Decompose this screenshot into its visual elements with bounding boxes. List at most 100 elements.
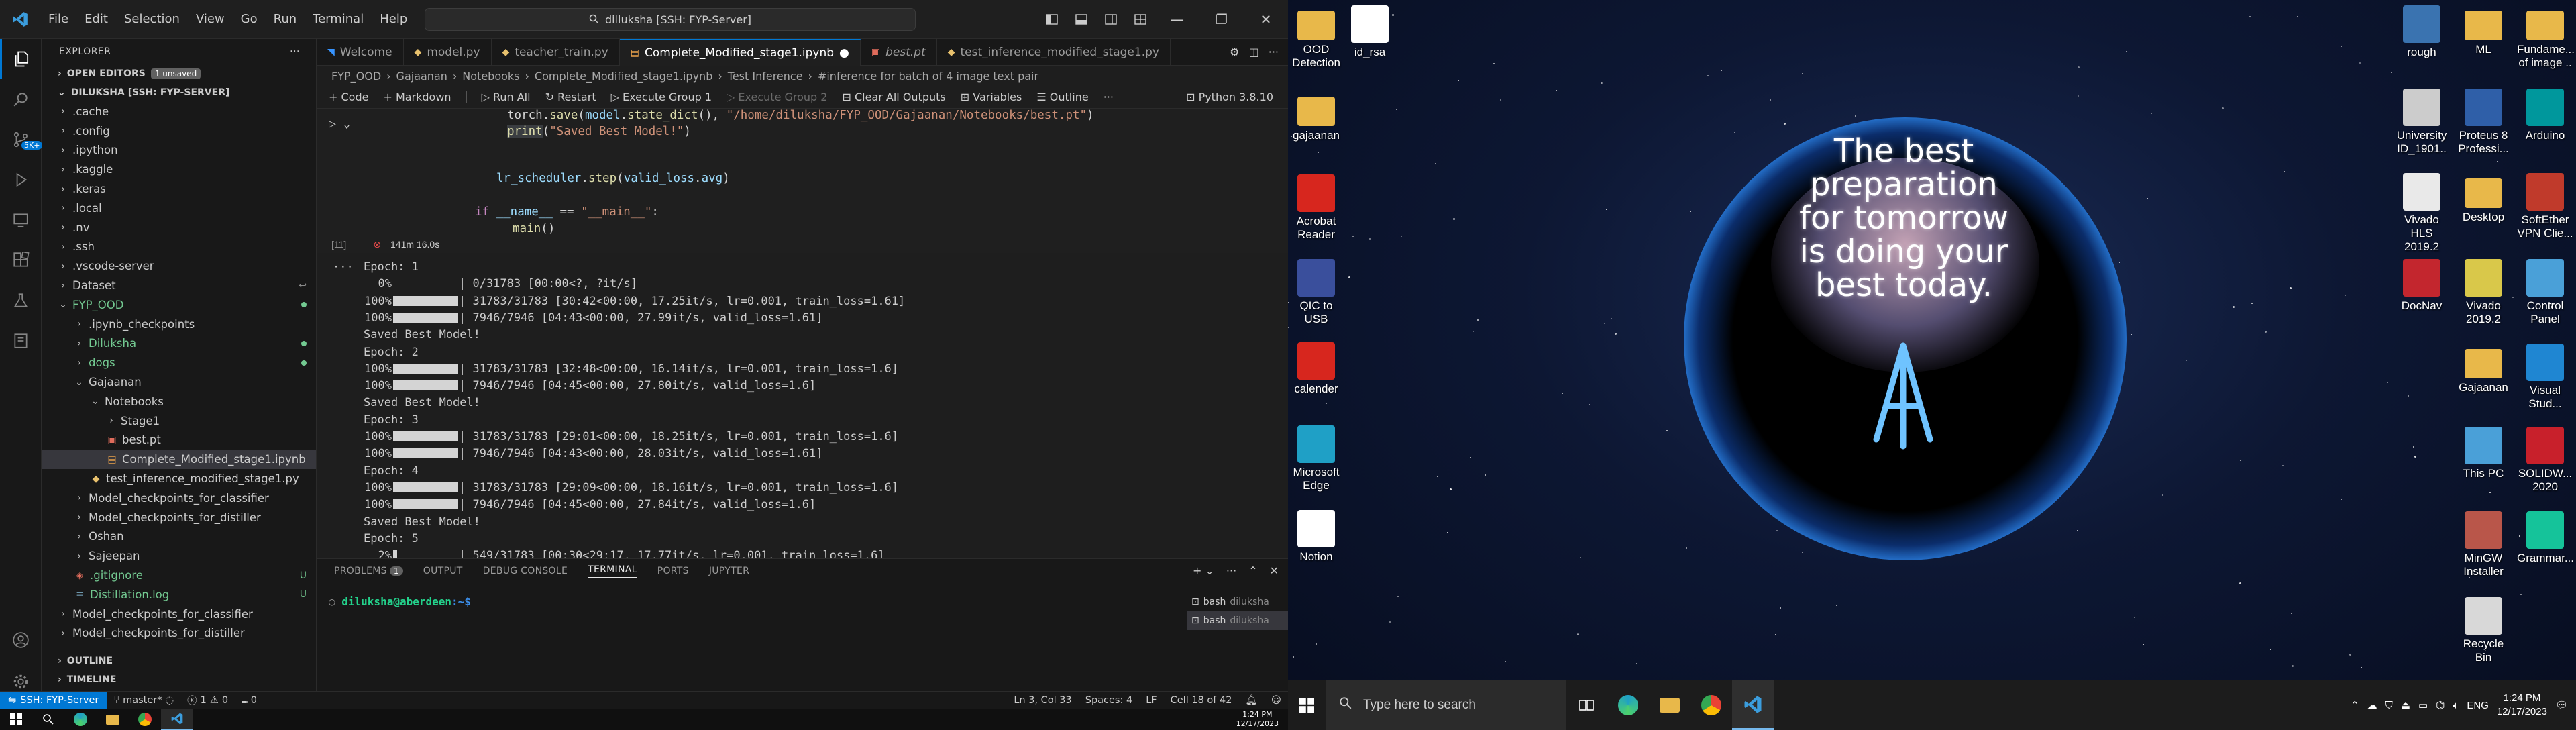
outline-section[interactable]: › OUTLINE	[42, 651, 316, 670]
kernel-picker[interactable]: ⊡ Python 3.8.10	[1186, 91, 1273, 103]
desktop-shortcut[interactable]: calender	[1288, 342, 1344, 396]
tree-folder[interactable]: › .ssh	[42, 238, 316, 257]
problems-indicator[interactable]: ⓧ 1 ⚠ 0	[180, 693, 235, 707]
battery-icon[interactable]: ▭	[2418, 699, 2428, 711]
cell-indicator[interactable]: Cell 18 of 42	[1164, 694, 1239, 706]
tree-folder[interactable]: › .ipynb_checkpoints	[42, 315, 316, 334]
volume-icon[interactable]: 🔈︎	[2453, 700, 2459, 711]
desktop-shortcut[interactable]: Acrobat Reader	[1288, 174, 1344, 242]
editor-tab[interactable]: ▣ best.pt	[861, 39, 937, 66]
toggle-secondary-sidebar-icon[interactable]	[1096, 0, 1126, 39]
timeline-section[interactable]: › TIMELINE	[42, 670, 316, 688]
menu-terminal[interactable]: Terminal	[305, 12, 372, 26]
tree-folder[interactable]: › Dataset ↩	[42, 276, 316, 295]
desktop-shortcut[interactable]: This PC	[2455, 427, 2512, 480]
search-icon[interactable]	[0, 79, 42, 119]
tree-folder[interactable]: › Stage1	[42, 411, 316, 431]
tree-folder[interactable]: › .vscode-server	[42, 256, 316, 276]
tree-folder[interactable]: › .local	[42, 199, 316, 218]
menu-go[interactable]: Go	[233, 12, 266, 26]
desktop-shortcut[interactable]: QIC to USB	[1288, 259, 1344, 326]
menu-help[interactable]: Help	[372, 12, 415, 26]
editor-tab[interactable]: ▤ Complete_Modified_stage1.ipynb ●	[619, 39, 861, 66]
add-code-cell-button[interactable]: + Code	[329, 91, 368, 103]
more-actions-icon[interactable]: ···	[290, 46, 300, 57]
toggle-panel-icon[interactable]	[1067, 0, 1096, 39]
tree-folder[interactable]: › Diluksha	[42, 334, 316, 354]
branch-indicator[interactable]: ⑂ master* ◌	[107, 695, 180, 706]
menu-edit[interactable]: Edit	[76, 12, 116, 26]
workspace-root-section[interactable]: ⌄ DILUKSHA [SSH: FYP-SERVER]	[42, 83, 316, 102]
tree-folder[interactable]: › Model_checkpoints_for_classifier	[42, 488, 316, 508]
desktop-shortcut[interactable]: gajaanan	[1288, 91, 1344, 142]
search-icon[interactable]	[32, 709, 64, 730]
onedrive-icon[interactable]: ☁	[2367, 699, 2377, 711]
maximize-panel-icon[interactable]: ⌃	[1248, 564, 1257, 577]
desktop-shortcut[interactable]: SOLIDW... 2020	[2517, 427, 2573, 494]
desktop-shortcut[interactable]: Control Panel	[2517, 259, 2573, 326]
desktop-shortcut[interactable]: Grammar...	[2517, 511, 2574, 565]
menu-view[interactable]: View	[188, 12, 233, 26]
breadcrumb-item[interactable]: Notebooks	[462, 70, 519, 83]
panel-tab-problems[interactable]: PROBLEMS 1	[334, 566, 403, 576]
desktop-shortcut[interactable]: Vivado HLS 2019.2	[2394, 173, 2450, 254]
tree-file[interactable]: ▣ best.pt	[42, 431, 316, 450]
tree-file[interactable]: ◈ .gitignore U	[42, 566, 316, 585]
desktop-shortcut[interactable]: Recycle Bin	[2455, 597, 2512, 664]
more-actions-icon[interactable]: ···	[1226, 564, 1236, 577]
source-control-icon[interactable]: 5K+	[0, 119, 43, 160]
desktop-shortcut[interactable]: OOD Detection	[1288, 5, 1344, 70]
run-cell-icon[interactable]: ▷ ⌄	[329, 117, 351, 131]
panel-tab-ports[interactable]: PORTS	[657, 566, 689, 576]
tree-folder[interactable]: › Model_checkpoints_for_distiller	[42, 508, 316, 527]
tree-folder[interactable]: › .nv	[42, 218, 316, 238]
settings-gear-icon[interactable]: ⚙	[1230, 46, 1239, 58]
taskbar-search-box[interactable]: Type here to search	[1326, 680, 1566, 730]
taskbar-clock[interactable]: 1:24 PM 12/17/2023	[1236, 710, 1288, 729]
terminal-list-item[interactable]: ⊡ bash diluksha	[1187, 611, 1288, 630]
editor-tab[interactable]: ◆ teacher_train.py	[492, 39, 620, 66]
panel-tab-debug-console[interactable]: DEBUG CONSOLE	[483, 566, 568, 576]
desktop-shortcut[interactable]: ML	[2455, 5, 2512, 56]
breadcrumb-item[interactable]: FYP_OOD	[331, 70, 381, 83]
tree-folder[interactable]: ⌄ Gajaanan	[42, 372, 316, 392]
tree-folder[interactable]: › Oshan	[42, 527, 316, 547]
tree-folder[interactable]: › .config	[42, 121, 316, 141]
taskbar-clock[interactable]: 1:24 PM 12/17/2023	[2497, 692, 2547, 719]
execute-group-1-button[interactable]: ▷ Execute Group 1	[611, 91, 712, 103]
breadcrumb-item[interactable]: #inference for batch of 4 image text pai…	[818, 70, 1038, 83]
testing-icon[interactable]	[0, 280, 42, 321]
edge-icon[interactable]	[1607, 680, 1649, 730]
restart-button[interactable]: ↻ Restart	[545, 91, 596, 103]
breadcrumb-item[interactable]: Test Inference	[728, 70, 803, 83]
remote-indicator[interactable]: ⇋ SSH: FYP-Server	[0, 691, 107, 709]
edge-icon[interactable]	[64, 709, 97, 730]
panel-tab-terminal[interactable]: TERMINAL	[588, 564, 637, 578]
file-explorer-icon[interactable]	[1649, 680, 1690, 730]
breadcrumb-item[interactable]: Gajaanan	[396, 70, 447, 83]
desktop-shortcut[interactable]: Vivado 2019.2	[2455, 259, 2512, 326]
windows-start-icon[interactable]	[0, 709, 32, 730]
more-actions-button[interactable]: ···	[1104, 91, 1114, 103]
tree-file[interactable]: ▤ Complete_Modified_stage1.ipynb	[42, 450, 316, 470]
task-view-icon[interactable]	[1566, 680, 1607, 730]
file-explorer-icon[interactable]	[97, 709, 129, 730]
panel-tab-output[interactable]: OUTPUT	[423, 566, 463, 576]
tree-file[interactable]: ≡ Distillation.log U	[42, 585, 316, 605]
outline-button[interactable]: ☰ Outline	[1036, 91, 1088, 103]
command-center[interactable]: dilluksha [SSH: FYP-Server]	[425, 8, 916, 31]
variables-button[interactable]: ⊞ Variables	[961, 91, 1022, 103]
split-editor-icon[interactable]: ◫	[1249, 46, 1259, 58]
vscode-taskbar-icon[interactable]	[1732, 680, 1774, 730]
breadcrumb-item[interactable]: Complete_Modified_stage1.ipynb	[535, 70, 712, 83]
close-panel-icon[interactable]: ✕	[1270, 564, 1279, 577]
terminal[interactable]: ○ diluksha@aberdeen:~$	[329, 595, 471, 608]
minimize-icon[interactable]: —	[1155, 0, 1199, 39]
menu-file[interactable]: File	[40, 12, 76, 26]
desktop-shortcut[interactable]: id_rsa	[1342, 5, 1398, 59]
tree-folder[interactable]: ⌄ FYP_OOD	[42, 295, 316, 315]
open-editors-section[interactable]: › OPEN EDITORS 1 unsaved	[42, 64, 316, 83]
code-cell[interactable]: ▷ ⌄ torch.save(model.state_dict(), "/hom…	[317, 109, 1288, 253]
output-actions-icon[interactable]: ···	[333, 260, 354, 274]
desktop-shortcut[interactable]: Arduino	[2517, 89, 2573, 142]
